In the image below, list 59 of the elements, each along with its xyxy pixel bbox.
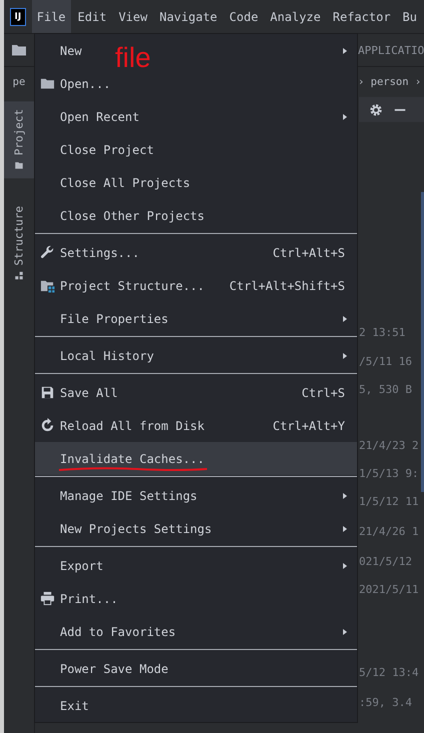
app-logo[interactable]: IJ [10, 8, 26, 26]
shortcut-label: Ctrl+Alt+S [272, 246, 345, 260]
menu-title[interactable]: Code [224, 0, 264, 33]
menu-item[interactable]: Local History [60, 348, 154, 362]
menu-item[interactable]: Project Structure... [60, 278, 204, 292]
menu-title[interactable]: Refactor [328, 0, 396, 33]
printer-icon [40, 591, 55, 606]
menu-item[interactable]: New Projects Settings [60, 522, 212, 536]
menu-title[interactable]: Edit [72, 0, 112, 33]
menu-item[interactable]: Close All Projects [60, 176, 190, 190]
wrench-icon [40, 245, 55, 260]
menu-title[interactable]: File [32, 0, 71, 33]
menu-item[interactable]: Add to Favorites [60, 624, 176, 638]
annotation-text: file [115, 42, 151, 74]
file-info: 21/4/23 2 [359, 438, 420, 454]
menu-item[interactable]: Settings... [60, 246, 140, 260]
settings-icon[interactable] [369, 102, 383, 116]
folder-icon[interactable] [11, 42, 27, 58]
file-info: 5/12 13:4 [359, 664, 420, 680]
tool-window-tab[interactable]: Structure [4, 198, 34, 289]
folder-icon [40, 76, 55, 91]
shortcut-label: Ctrl+Alt+Y [272, 418, 345, 432]
menu-item[interactable]: Print... [60, 592, 118, 606]
menu-item[interactable]: Exit [60, 698, 89, 712]
menu-item[interactable]: Close Other Projects [60, 208, 204, 222]
file-info: 1/5/12 11 [359, 494, 420, 510]
reload-icon [40, 418, 55, 433]
menu-title[interactable]: View [114, 0, 152, 33]
menu-item[interactable]: Save All [60, 386, 118, 400]
menu-item[interactable]: Manage IDE Settings [60, 488, 198, 502]
shortcut-label: Ctrl+S [302, 386, 345, 400]
file-info: 2 13:51 [359, 324, 406, 340]
menu-item[interactable]: Open Recent [60, 110, 140, 124]
breadcrumb[interactable]: › person › [358, 76, 422, 88]
menu-item[interactable]: Invalidate Caches... [35, 442, 357, 475]
shortcut-label: Ctrl+Alt+Shift+S [229, 278, 345, 292]
breadcrumb[interactable]: pe [12, 76, 26, 88]
file-info: :59, 3.4 [359, 694, 413, 710]
file-info: 5, 530 B [359, 382, 413, 398]
file-info: 2021/5/11 [359, 582, 420, 598]
menu-item[interactable]: Close Project [60, 142, 154, 156]
menu-item[interactable]: Reload All from Disk [60, 418, 204, 432]
menu-item[interactable]: New [60, 44, 82, 58]
path-label: APPLICATIO [358, 44, 424, 56]
menu-item[interactable]: Power Save Mode [60, 662, 168, 676]
folder-icon [14, 160, 24, 170]
menu-title[interactable]: Bu [398, 0, 422, 33]
menu-title[interactable]: Analyze [265, 0, 326, 33]
grid-icon [14, 270, 24, 281]
folder-grid-icon [40, 278, 55, 293]
file-info: 21/4/26 1 [359, 524, 420, 540]
menu-item[interactable]: Open... [60, 76, 111, 90]
file-info: 021/5/12 [359, 554, 413, 570]
tool-window-tab[interactable]: Project [4, 101, 34, 178]
menu-item[interactable]: Export [60, 558, 104, 572]
menu-item[interactable]: File Properties [60, 312, 168, 326]
menu-title[interactable]: Navigate [154, 0, 222, 33]
file-info: 1/5/13 9: [359, 466, 420, 482]
file-info: /5/11 16 [359, 354, 413, 370]
